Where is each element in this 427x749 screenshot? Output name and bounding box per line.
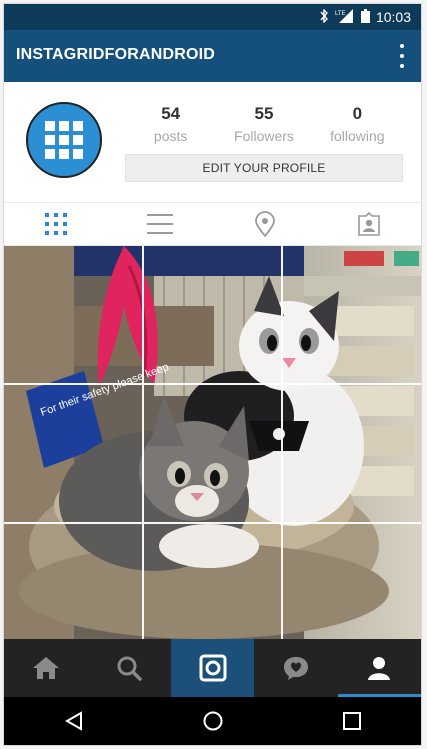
following-label: following	[330, 128, 385, 144]
bluetooth-icon	[319, 7, 329, 26]
grid-line-h1	[4, 383, 421, 385]
followers-count: 55	[254, 104, 274, 123]
tab-location[interactable]	[213, 203, 317, 245]
grid-line-h2	[4, 522, 421, 524]
view-tabs	[4, 202, 421, 246]
camera-icon	[199, 654, 227, 682]
status-time: 10:03	[375, 9, 411, 25]
nav-search[interactable]	[87, 639, 170, 697]
list-view-icon	[147, 214, 174, 234]
tab-tagged[interactable]	[317, 203, 421, 245]
system-back-button[interactable]	[44, 701, 104, 741]
stat-followers[interactable]: 55 Followers	[217, 104, 310, 146]
bottom-nav	[4, 639, 421, 697]
signal-lte-icon: LTE	[335, 8, 355, 26]
profile-header: 54 posts 55 Followers 0 following EDIT Y…	[4, 82, 421, 202]
home-circle-icon	[203, 711, 222, 731]
system-recents-button[interactable]	[322, 701, 382, 741]
stat-following[interactable]: 0 following	[311, 104, 404, 146]
grid-view-icon	[45, 213, 68, 235]
cat-photo: For their safety please keep	[4, 246, 421, 639]
home-icon	[32, 657, 59, 679]
system-home-button[interactable]	[183, 701, 243, 741]
status-bar: LTE 10:03	[4, 4, 421, 30]
app-bar: INSTAGRIDFORANDROID	[4, 30, 421, 82]
nav-home[interactable]	[4, 639, 87, 697]
grid-line-v2	[281, 246, 283, 639]
app-screen: LTE 10:03 INSTAGRIDFORANDROID 54 posts 5…	[4, 4, 421, 745]
overflow-menu-icon[interactable]	[397, 44, 407, 68]
profile-icon	[368, 657, 391, 680]
posts-count: 54	[161, 104, 181, 123]
activity-heart-icon	[283, 657, 308, 680]
tagged-photos-icon	[358, 211, 380, 236]
recents-icon	[342, 712, 361, 730]
nav-profile[interactable]	[337, 639, 421, 697]
grid-line-v1	[142, 246, 144, 639]
following-count: 0	[352, 104, 363, 123]
edit-profile-button[interactable]: EDIT YOUR PROFILE	[125, 154, 403, 182]
stat-posts[interactable]: 54 posts	[124, 104, 217, 146]
posts-label: posts	[153, 128, 188, 144]
search-icon	[117, 656, 142, 681]
profile-stats: 54 posts 55 Followers 0 following	[124, 104, 404, 146]
grid-app-icon	[45, 121, 83, 159]
nav-activity[interactable]	[254, 639, 337, 697]
avatar[interactable]	[26, 102, 102, 178]
location-pin-icon	[254, 211, 275, 237]
battery-icon	[360, 8, 370, 26]
tab-grid-view[interactable]	[4, 203, 108, 245]
svg-text:LTE: LTE	[335, 11, 346, 17]
tab-list-view[interactable]	[108, 203, 212, 245]
app-title: INSTAGRIDFORANDROID	[16, 46, 216, 63]
system-nav	[4, 697, 421, 745]
back-icon	[64, 711, 82, 731]
followers-label: Followers	[234, 128, 294, 144]
grid-photo[interactable]: For their safety please keep	[4, 246, 421, 639]
nav-camera[interactable]	[170, 639, 255, 697]
